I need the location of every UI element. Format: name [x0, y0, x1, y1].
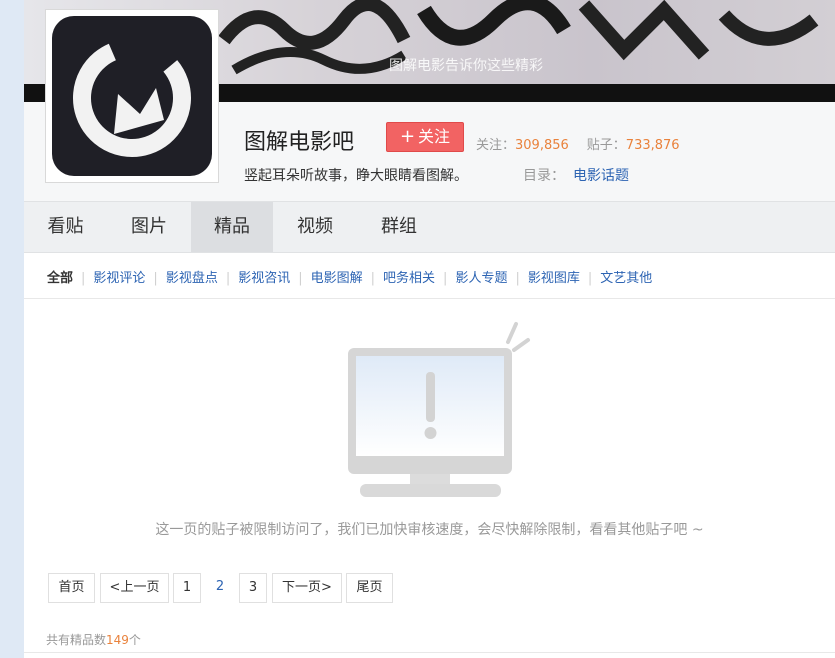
- separator: |: [587, 271, 593, 286]
- page-link[interactable]: 1: [173, 573, 201, 603]
- separator: |: [225, 271, 231, 286]
- last-page-button[interactable]: 尾页: [346, 573, 393, 603]
- category-illustrated[interactable]: 电影图解: [311, 271, 363, 286]
- restricted-message: 这一页的贴子被限制访问了，我们已加快审核速度，会尽快解除限制，看看其他贴子吧 ~: [155, 522, 704, 538]
- directory-label: 目录：: [523, 168, 565, 184]
- category-admin[interactable]: 吧务相关: [383, 271, 435, 286]
- page-link[interactable]: 3: [239, 573, 267, 603]
- tab-posts[interactable]: 看贴: [24, 202, 107, 252]
- forum-slogan: 竖起耳朵听故事，睁大眼睛看图解。: [244, 168, 468, 184]
- forum-logo-icon: [52, 16, 212, 176]
- forum-title: 图解电影吧: [244, 130, 355, 155]
- divider: [24, 652, 835, 653]
- follow-button[interactable]: + 关注: [386, 122, 464, 152]
- tab-featured[interactable]: 精品: [191, 202, 273, 252]
- separator: |: [443, 271, 448, 286]
- separator: |: [81, 271, 86, 286]
- prev-page-button[interactable]: <上一页: [100, 573, 169, 603]
- monitor-warning-icon: [340, 320, 535, 506]
- left-background-strip: [0, 0, 24, 658]
- total-suffix: 个: [128, 633, 141, 647]
- follow-count-label: 关注：: [476, 138, 516, 153]
- total-prefix: 共有精品数: [46, 633, 107, 647]
- category-gallery[interactable]: 影视图库: [528, 271, 580, 286]
- first-page-button[interactable]: 首页: [48, 573, 95, 603]
- separator: |: [370, 271, 376, 286]
- separator: |: [153, 271, 158, 286]
- tab-videos[interactable]: 视频: [273, 202, 357, 252]
- category-people[interactable]: 影人专题: [455, 271, 507, 286]
- post-count-label: 贴子：: [586, 138, 626, 153]
- total-count: 149: [106, 633, 129, 647]
- banner-overlay-text: 图解电影告诉你这些精彩: [389, 57, 543, 74]
- next-page-button[interactable]: 下一页>: [272, 573, 342, 603]
- category-news[interactable]: 影视咨讯: [238, 271, 290, 286]
- separator: |: [298, 271, 303, 286]
- featured-total: 共有精品数149个: [46, 631, 141, 648]
- category-roundups[interactable]: 影视盘点: [166, 271, 218, 286]
- directory-link[interactable]: 电影话题: [573, 168, 629, 184]
- tab-groups[interactable]: 群组: [357, 202, 441, 252]
- follow-count: 309,856: [515, 138, 569, 153]
- forum-directory: 目录： 电影话题: [523, 165, 629, 185]
- separator: |: [515, 271, 520, 286]
- featured-category-nav: 全部 | 影视评论 | 影视盘点 | 影视咨讯 | 电影图解 | 吧务相关 | 影人专题 | 影视图库 | 文艺…: [24, 253, 835, 299]
- follow-button-label: 关注: [418, 127, 451, 146]
- category-other[interactable]: 文艺其他: [600, 271, 652, 286]
- current-page: 2: [206, 573, 234, 603]
- category-reviews[interactable]: 影视评论: [93, 271, 145, 286]
- tab-images[interactable]: 图片: [107, 202, 191, 252]
- forum-avatar[interactable]: [45, 9, 219, 183]
- post-count: 733,876: [625, 138, 680, 153]
- forum-stats: 关注：309,856 贴子：733,876: [476, 134, 680, 153]
- plus-icon: +: [399, 126, 416, 147]
- main-tab-bar: 看贴 图片 精品 视频 群组: [24, 201, 835, 253]
- category-all[interactable]: 全部: [47, 271, 73, 286]
